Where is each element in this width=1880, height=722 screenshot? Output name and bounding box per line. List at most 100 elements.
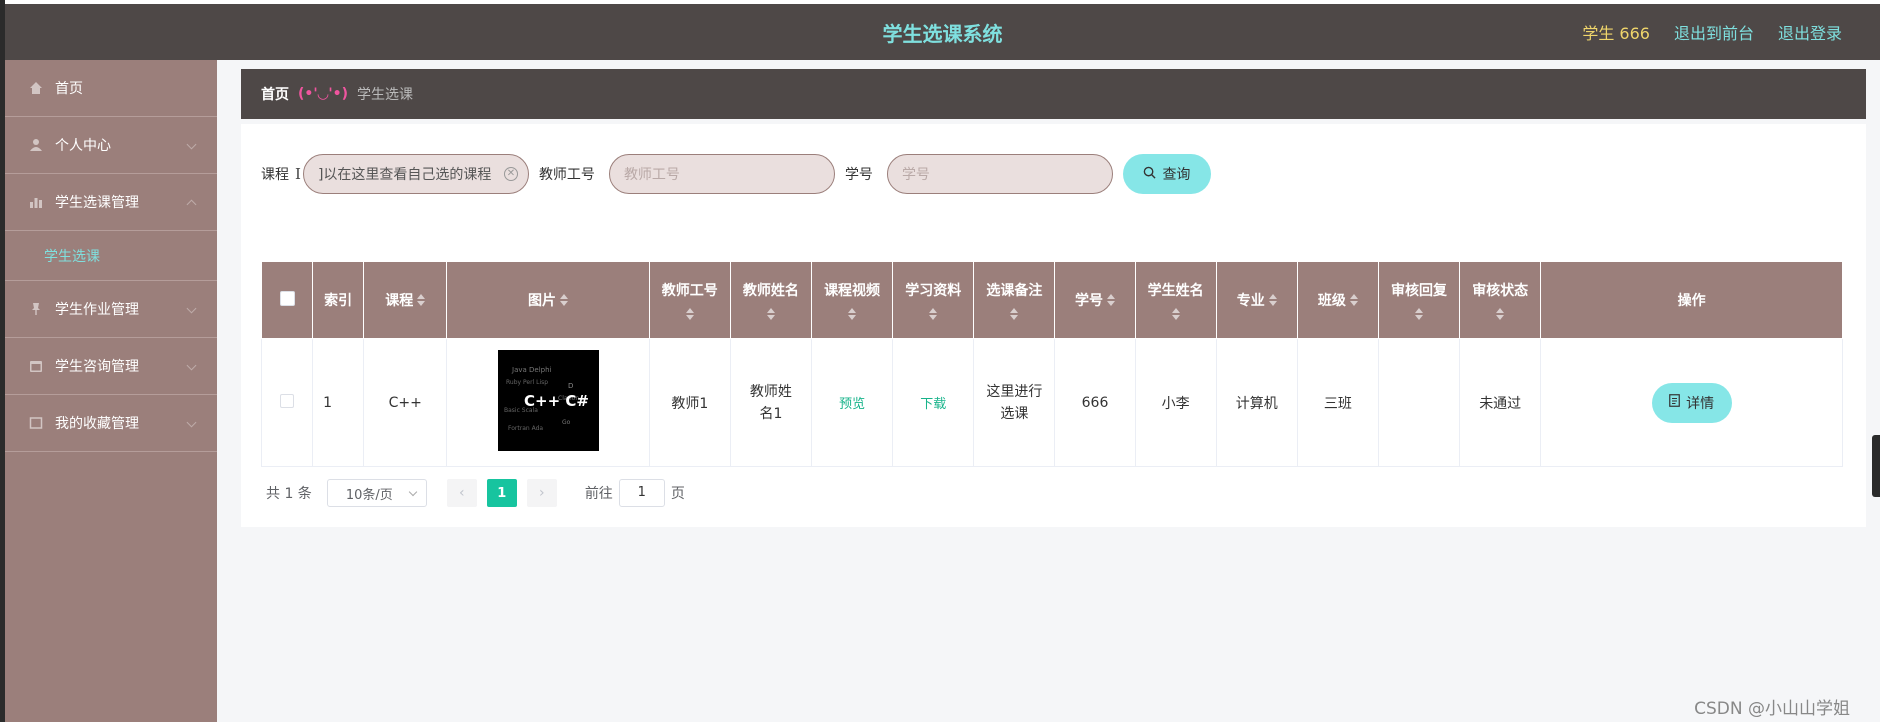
sidebar-subitem-course-selection[interactable]: 学生选课 bbox=[5, 231, 217, 281]
course-selection-table: 索引 课程 图片 教师工号 教师姓名 课程视频 学习资料 选课备注 学号 学生姓… bbox=[260, 261, 1843, 467]
top-header: 学生选课系统 学生 666 退出到前台 退出登录 bbox=[5, 4, 1880, 60]
sidebar-item-homework-management[interactable]: 学生作业管理 bbox=[5, 281, 217, 338]
sort-icon[interactable] bbox=[929, 308, 938, 320]
course-thumbnail[interactable]: Java Delphi Ruby Perl Lisp D Clarion Bas… bbox=[497, 350, 599, 451]
sidebar-item-label: 学生选课管理 bbox=[55, 195, 139, 211]
sidebar-item-consultation-management[interactable]: 学生咨询管理 bbox=[5, 338, 217, 395]
breadcrumb-separator: (•'◡'•) bbox=[298, 86, 349, 102]
clear-icon[interactable]: ✕ bbox=[503, 167, 518, 181]
user-icon bbox=[29, 138, 43, 152]
sort-icon[interactable] bbox=[417, 294, 426, 306]
header-actions: 学生 666 退出到前台 退出登录 bbox=[1582, 20, 1842, 44]
back-to-frontend-link[interactable]: 退出到前台 bbox=[1674, 20, 1754, 44]
logout-link[interactable]: 退出登录 bbox=[1778, 20, 1842, 44]
next-page-button[interactable]: › bbox=[526, 479, 557, 507]
select-all-checkbox[interactable] bbox=[279, 290, 295, 306]
search-icon bbox=[1143, 166, 1157, 183]
teacher-name-text: 教师姓名1 bbox=[749, 383, 792, 422]
column-header: 操作 bbox=[1540, 261, 1843, 339]
chevron-down-icon bbox=[186, 360, 197, 371]
pin-icon bbox=[29, 302, 43, 316]
column-header[interactable]: 选课备注 bbox=[973, 261, 1056, 339]
student-name-cell: 小李 bbox=[1134, 338, 1217, 467]
box-icon bbox=[29, 416, 43, 430]
sidebar-item-favorites-management[interactable]: 我的收藏管理 bbox=[5, 395, 217, 452]
row-select-cell bbox=[260, 338, 314, 467]
text-cursor-icon: I bbox=[295, 165, 301, 183]
student-id-input[interactable]: 学号 bbox=[886, 154, 1113, 194]
sidebar-item-home[interactable]: 首页 bbox=[5, 60, 217, 117]
goto-label: 前往 bbox=[584, 486, 613, 502]
sort-icon[interactable] bbox=[848, 308, 857, 320]
column-header[interactable]: 学习资料 bbox=[892, 261, 975, 339]
row-checkbox[interactable] bbox=[280, 393, 295, 408]
sort-icon[interactable] bbox=[766, 308, 775, 320]
column-header[interactable]: 课程视频 bbox=[810, 261, 894, 339]
sort-icon[interactable] bbox=[1171, 308, 1180, 320]
student-id-label: 学号 bbox=[844, 167, 873, 183]
status-cell: 未通过 bbox=[1459, 338, 1542, 467]
detail-button[interactable]: 详情 bbox=[1651, 382, 1732, 423]
class-cell: 三班 bbox=[1296, 338, 1379, 467]
column-header[interactable]: 图片 bbox=[446, 261, 650, 339]
search-form: 课程 I ]以在这里查看自己选的课程 ✕ 教师工号 教师工号 学号 学号 查询 bbox=[261, 154, 1211, 194]
sort-icon[interactable] bbox=[1415, 308, 1424, 320]
material-download-link[interactable]: 下载 bbox=[920, 397, 946, 412]
sort-icon[interactable] bbox=[1496, 308, 1505, 320]
column-header[interactable]: 审核回复 bbox=[1377, 261, 1461, 339]
table-row: 1 C++ Java Delphi Ruby Perl Lisp D Clari… bbox=[260, 338, 1843, 467]
video-preview-link[interactable]: 预览 bbox=[839, 397, 865, 412]
course-label: 课程 bbox=[261, 167, 289, 183]
svg-text:D: D bbox=[568, 382, 573, 390]
breadcrumb-home[interactable]: 首页 bbox=[261, 84, 289, 104]
sort-icon[interactable] bbox=[1268, 294, 1277, 306]
course-input[interactable]: ]以在这里查看自己选的课程 ✕ bbox=[302, 154, 529, 194]
material-cell: 下载 bbox=[892, 338, 975, 467]
chevron-down-icon bbox=[186, 417, 197, 428]
sort-icon[interactable] bbox=[1010, 308, 1019, 320]
teacher-name-cell: 教师姓名1 bbox=[729, 338, 813, 467]
select-all-header bbox=[260, 261, 314, 339]
action-cell: 详情 bbox=[1540, 338, 1843, 467]
teacher-id-placeholder: 教师工号 bbox=[623, 167, 680, 183]
search-button[interactable]: 查询 bbox=[1122, 154, 1211, 194]
prev-page-button[interactable]: ‹ bbox=[446, 479, 477, 507]
sort-icon[interactable] bbox=[685, 308, 694, 320]
sidebar-item-label: 我的收藏管理 bbox=[55, 416, 139, 432]
sidebar-item-course-management[interactable]: 学生选课管理 bbox=[5, 174, 217, 231]
index-cell: 1 bbox=[312, 338, 365, 467]
goto-page-input[interactable]: 1 bbox=[618, 479, 665, 507]
image-cell: Java Delphi Ruby Perl Lisp D Clarion Bas… bbox=[446, 338, 650, 467]
total-count: 共 1 条 bbox=[266, 486, 312, 502]
note-cell: 这里进行选课 bbox=[973, 338, 1056, 467]
column-header[interactable]: 审核状态 bbox=[1459, 261, 1542, 339]
page-number-button[interactable]: 1 bbox=[486, 479, 517, 507]
sort-icon[interactable] bbox=[1106, 294, 1115, 306]
sidebar-item-personal-center[interactable]: 个人中心 bbox=[5, 117, 217, 174]
course-thumbnail-art: Java Delphi Ruby Perl Lisp D Clarion Bas… bbox=[504, 366, 589, 432]
column-header[interactable]: 学生姓名 bbox=[1134, 261, 1217, 339]
column-header[interactable]: 课程 bbox=[363, 261, 448, 339]
column-header[interactable]: 教师姓名 bbox=[729, 261, 813, 339]
column-header[interactable]: 教师工号 bbox=[648, 261, 731, 339]
column-header[interactable]: 学号 bbox=[1054, 261, 1136, 339]
video-cell: 预览 bbox=[810, 338, 894, 467]
student-id-placeholder: 学号 bbox=[901, 167, 930, 183]
note-text: 这里进行选课 bbox=[986, 383, 1043, 422]
chevron-down-icon bbox=[186, 139, 197, 150]
page-suffix: 页 bbox=[670, 486, 685, 502]
sort-icon[interactable] bbox=[1349, 294, 1358, 306]
column-header[interactable]: 班级 bbox=[1296, 261, 1379, 339]
teacher-id-input[interactable]: 教师工号 bbox=[608, 154, 835, 194]
column-header[interactable]: 专业 bbox=[1215, 261, 1298, 339]
table-header-row: 索引 课程 图片 教师工号 教师姓名 课程视频 学习资料 选课备注 学号 学生姓… bbox=[260, 261, 1843, 339]
sort-icon[interactable] bbox=[560, 294, 569, 306]
calendar-icon bbox=[29, 359, 43, 373]
course-cell: C++ bbox=[363, 338, 448, 467]
reply-cell bbox=[1377, 338, 1461, 467]
detail-button-label: 详情 bbox=[1686, 395, 1715, 412]
content-panel: 课程 I ]以在这里查看自己选的课程 ✕ 教师工号 教师工号 学号 学号 查询 bbox=[241, 124, 1866, 527]
scrollbar-thumb[interactable] bbox=[1872, 435, 1880, 497]
page-size-select[interactable]: 10条/页 bbox=[326, 479, 427, 507]
document-icon bbox=[1669, 394, 1680, 411]
